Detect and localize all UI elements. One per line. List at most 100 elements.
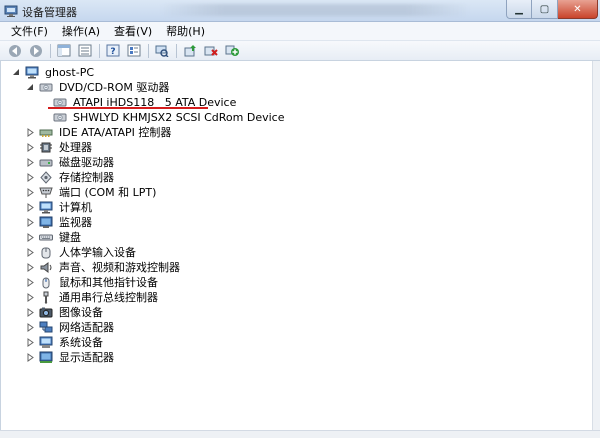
minimize-button[interactable]: ▁ xyxy=(506,0,532,19)
tree-category-keyboard[interactable]: 键盘 xyxy=(26,230,83,245)
ide-controller-icon xyxy=(39,126,53,139)
tree-device-shwlyd[interactable]: SHWLYD KHMJSX2 SCSI CdRom Device xyxy=(53,110,286,125)
expand-icon[interactable] xyxy=(26,233,35,242)
menu-file[interactable]: 文件(F) xyxy=(4,22,55,41)
category-label: 鼠标和其他指针设备 xyxy=(59,276,158,289)
list-view-button[interactable] xyxy=(76,43,94,59)
computer-icon xyxy=(39,201,53,214)
uninstall-button[interactable] xyxy=(202,43,220,59)
hid-icon xyxy=(39,246,53,259)
close-icon: ✕ xyxy=(573,3,582,15)
tree-category-monitor[interactable]: 监视器 xyxy=(26,215,94,230)
category-label: IDE ATA/ATAPI 控制器 xyxy=(59,126,172,139)
tree-category-computer[interactable]: 计算机 xyxy=(26,200,94,215)
update-driver-icon xyxy=(184,45,196,57)
expand-icon[interactable] xyxy=(26,158,35,167)
device-manager-app-icon xyxy=(4,4,18,18)
forward-icon xyxy=(30,44,42,57)
speaker-icon xyxy=(39,261,53,274)
expand-icon[interactable] xyxy=(26,323,35,332)
help-button[interactable]: ? xyxy=(104,43,122,59)
camera-icon xyxy=(39,306,53,319)
expand-icon[interactable] xyxy=(26,278,35,287)
tree-category-ports[interactable]: 端口 (COM 和 LPT) xyxy=(26,185,158,200)
show-hide-tree-button[interactable] xyxy=(55,43,73,59)
maximize-button[interactable]: ▢ xyxy=(532,0,558,19)
expand-icon[interactable] xyxy=(26,263,35,272)
tree-category-disk[interactable]: 磁盘驱动器 xyxy=(26,155,116,170)
tree-category-network[interactable]: 网络适配器 xyxy=(26,320,116,335)
network-adapter-icon xyxy=(39,321,53,334)
category-label: DVD/CD-ROM 驱动器 xyxy=(59,81,170,94)
expand-icon[interactable] xyxy=(26,338,35,347)
window-controls: ▁ ▢ ✕ xyxy=(506,0,598,19)
expand-icon[interactable] xyxy=(26,143,35,152)
menu-view[interactable]: 查看(V) xyxy=(107,22,159,41)
storage-controller-icon xyxy=(39,171,53,184)
enable-device-button[interactable] xyxy=(223,43,241,59)
properties-icon xyxy=(127,44,141,57)
usb-icon xyxy=(39,291,53,304)
svg-text:?: ? xyxy=(110,47,115,57)
properties-button[interactable] xyxy=(125,43,143,59)
tree-category-usb[interactable]: 通用串行总线控制器 xyxy=(26,290,160,305)
category-label: 磁盘驱动器 xyxy=(59,156,114,169)
expand-icon[interactable] xyxy=(26,308,35,317)
tree-category-sound[interactable]: 声音、视频和游戏控制器 xyxy=(26,260,182,275)
tree-root-row[interactable]: ghost-PC xyxy=(12,65,96,80)
menu-bar: 文件(F) 操作(A) 查看(V) 帮助(H) xyxy=(0,22,600,41)
toolbar-separator xyxy=(50,43,51,58)
tree-category-display[interactable]: 显示适配器 xyxy=(26,350,116,365)
toolbar-separator xyxy=(99,43,100,58)
category-label: 处理器 xyxy=(59,141,92,154)
tree-category-imaging[interactable]: 图像设备 xyxy=(26,305,105,320)
title-bar: 设备管理器 ▁ ▢ ✕ xyxy=(0,0,600,22)
tree-category-dvd[interactable]: DVD/CD-ROM 驱动器 xyxy=(26,80,171,95)
monitor-icon xyxy=(39,216,53,229)
disk-drive-icon xyxy=(39,156,53,169)
forward-button[interactable] xyxy=(27,43,45,59)
category-label: 通用串行总线控制器 xyxy=(59,291,158,304)
tree-category-mouse[interactable]: 鼠标和其他指针设备 xyxy=(26,275,160,290)
toolbar-separator xyxy=(176,43,177,58)
menu-help[interactable]: 帮助(H) xyxy=(159,22,212,41)
category-label: 计算机 xyxy=(59,201,92,214)
expand-icon[interactable] xyxy=(26,293,35,302)
category-label: 网络适配器 xyxy=(59,321,114,334)
back-button[interactable] xyxy=(6,43,24,59)
tree-category-ide[interactable]: IDE ATA/ATAPI 控制器 xyxy=(26,125,173,140)
help-icon: ? xyxy=(106,44,120,57)
expand-icon[interactable] xyxy=(26,218,35,227)
mouse-icon xyxy=(39,276,53,289)
expand-icon[interactable] xyxy=(26,248,35,257)
expand-icon[interactable] xyxy=(26,203,35,212)
uninstall-icon xyxy=(204,46,218,56)
category-label: 系统设备 xyxy=(59,336,103,349)
expand-icon[interactable] xyxy=(26,173,35,182)
minimize-icon: ▁ xyxy=(515,3,523,15)
vertical-scrollbar[interactable] xyxy=(592,61,600,438)
scan-hardware-button[interactable] xyxy=(153,43,171,59)
category-label: 键盘 xyxy=(59,231,81,244)
expand-icon[interactable] xyxy=(26,353,35,362)
toolbar-separator xyxy=(148,43,149,58)
dvd-drive-icon xyxy=(39,81,53,94)
tree-category-hid[interactable]: 人体学输入设备 xyxy=(26,245,138,260)
processor-icon xyxy=(39,141,53,154)
tree-category-system[interactable]: 系统设备 xyxy=(26,335,105,350)
expand-icon[interactable] xyxy=(26,188,35,197)
close-button[interactable]: ✕ xyxy=(558,0,598,19)
tree-category-storage[interactable]: 存储控制器 xyxy=(26,170,116,185)
status-bar xyxy=(0,430,600,438)
collapse-icon[interactable] xyxy=(26,83,35,92)
computer-icon xyxy=(25,66,39,79)
dvd-drive-icon xyxy=(53,111,67,124)
collapse-icon[interactable] xyxy=(12,68,21,77)
category-label: 图像设备 xyxy=(59,306,103,319)
update-driver-button[interactable] xyxy=(181,43,199,59)
tree-category-processor[interactable]: 处理器 xyxy=(26,140,94,155)
menu-action[interactable]: 操作(A) xyxy=(55,22,107,41)
expand-icon[interactable] xyxy=(26,128,35,137)
maximize-icon: ▢ xyxy=(539,3,550,15)
annotation-underline xyxy=(48,107,208,109)
